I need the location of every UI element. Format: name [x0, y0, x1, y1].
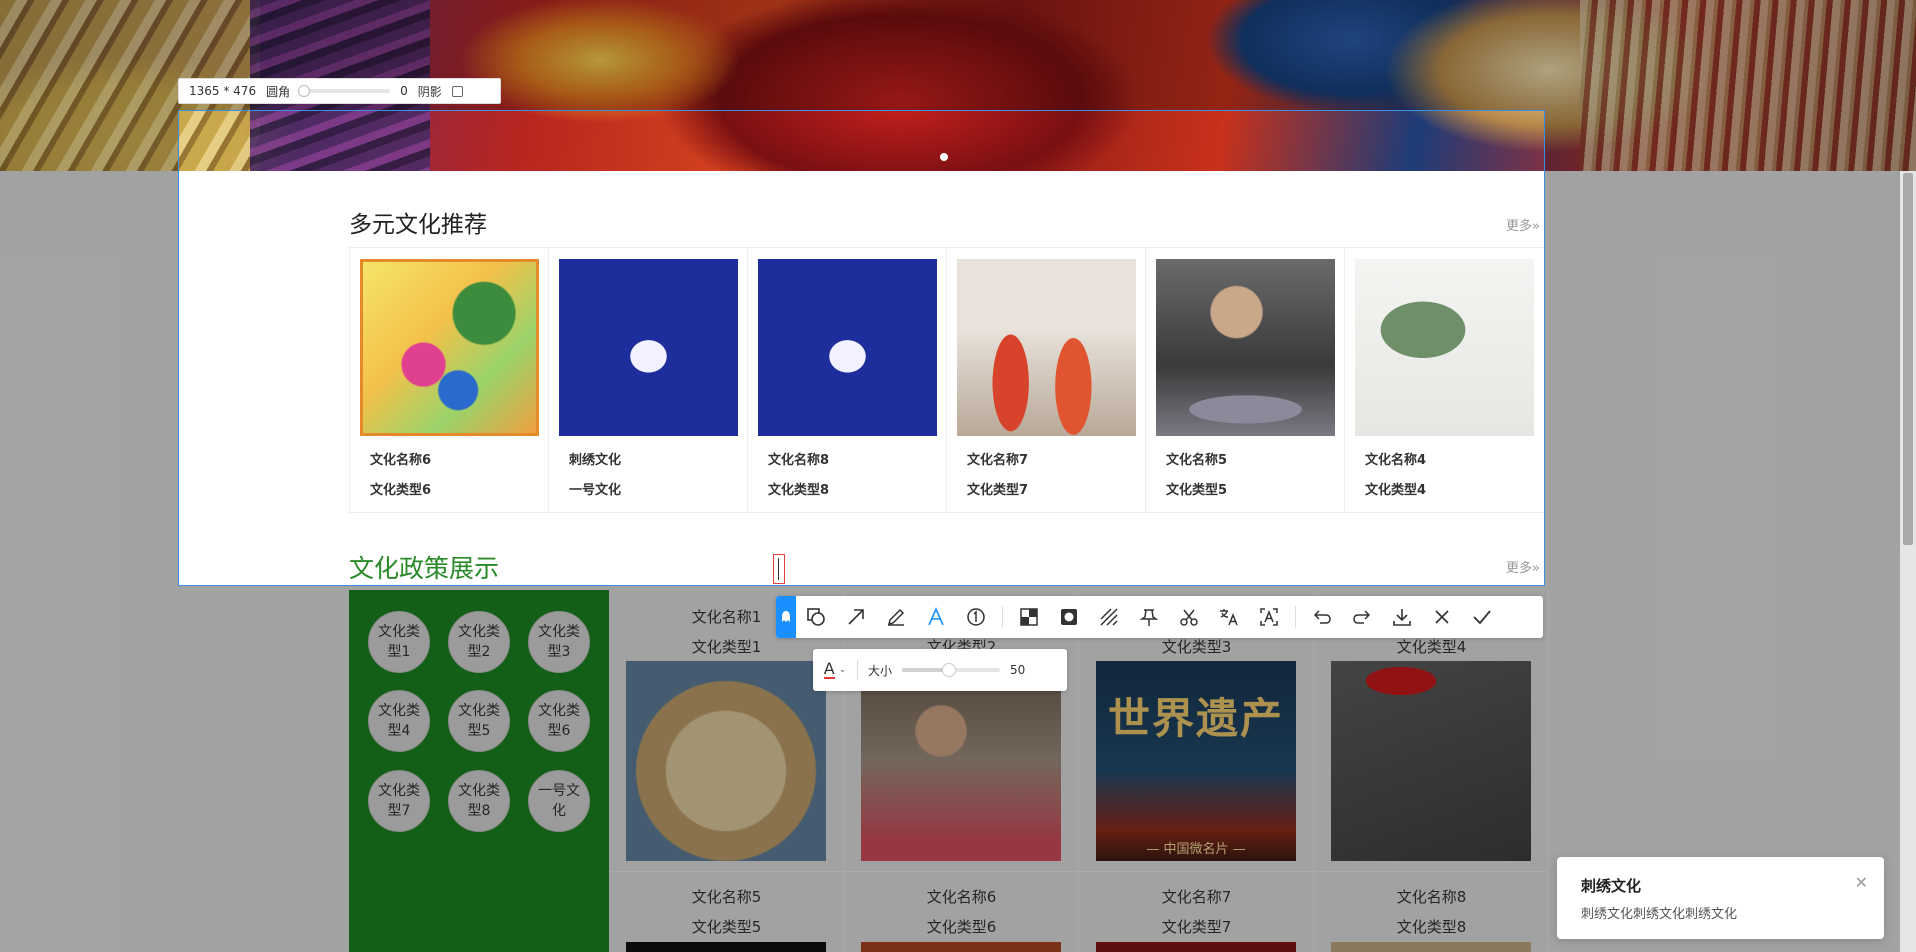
- text-options-bar: A ⌄ 大小 50: [813, 649, 1067, 691]
- screenshot-mask: [178, 586, 1545, 952]
- font-size-slider-knob[interactable]: [942, 663, 957, 677]
- scrollbar-thumb[interactable]: [1903, 173, 1913, 545]
- notification-title: 刺绣文化: [1581, 877, 1642, 895]
- pen-icon[interactable]: [876, 596, 916, 638]
- mosaic-icon[interactable]: [1009, 596, 1049, 638]
- shadow-checkbox[interactable]: [451, 85, 463, 97]
- radius-slider-knob[interactable]: [298, 85, 311, 97]
- radius-value: 0: [400, 84, 408, 98]
- selection-dimensions: 1365 * 476: [189, 84, 257, 98]
- font-size-label: 大小: [868, 663, 893, 678]
- font-color-picker[interactable]: A ⌄: [813, 661, 857, 679]
- close-icon[interactable]: ✕: [1855, 873, 1868, 892]
- confirm-icon[interactable]: [1462, 596, 1502, 638]
- text-cursor-box[interactable]: [773, 554, 785, 584]
- chevron-down-icon: ⌄: [838, 665, 847, 675]
- radius-slider[interactable]: [298, 85, 391, 97]
- undo-icon[interactable]: [1302, 596, 1342, 638]
- ocr-icon[interactable]: [1249, 596, 1289, 638]
- notification-message: 刺绣文化刺绣文化刺绣文化: [1581, 907, 1738, 922]
- selection-size-bar: 1365 * 476 圆角 0 阴影: [178, 78, 501, 104]
- shape-icon[interactable]: [796, 596, 836, 638]
- radius-label: 圆角: [266, 84, 291, 99]
- toolbar-separator: [1295, 606, 1296, 628]
- toolbar-separator: [1002, 606, 1003, 628]
- notification-toast[interactable]: 刺绣文化 刺绣文化刺绣文化刺绣文化 ✕: [1557, 857, 1884, 939]
- redo-icon[interactable]: [1342, 596, 1382, 638]
- close-icon[interactable]: [1422, 596, 1462, 638]
- annotation-toolbar: [776, 596, 1543, 638]
- scissors-icon[interactable]: [1169, 596, 1209, 638]
- hatch-icon[interactable]: [1089, 596, 1129, 638]
- text-icon[interactable]: [916, 596, 956, 638]
- translate-icon[interactable]: [1209, 596, 1249, 638]
- screenshot-selection[interactable]: [178, 110, 1545, 586]
- screenshot-mask: [0, 110, 178, 952]
- download-icon[interactable]: [1382, 596, 1422, 638]
- page-scrollbar[interactable]: [1900, 171, 1916, 952]
- arrow-icon[interactable]: [836, 596, 876, 638]
- carousel-dot[interactable]: [940, 153, 948, 161]
- blur-icon[interactable]: [1049, 596, 1089, 638]
- text-caret: [778, 558, 779, 580]
- font-size-value: 50: [1010, 663, 1026, 677]
- screenshot-mask: [1545, 110, 1916, 952]
- drag-icon[interactable]: [776, 596, 796, 638]
- shadow-label: 阴影: [417, 84, 442, 99]
- pin-icon[interactable]: [1129, 596, 1169, 638]
- options-separator: [857, 660, 858, 680]
- number-icon[interactable]: [956, 596, 996, 638]
- font-size-slider[interactable]: [902, 663, 1001, 677]
- font-color-icon: A: [823, 659, 835, 679]
